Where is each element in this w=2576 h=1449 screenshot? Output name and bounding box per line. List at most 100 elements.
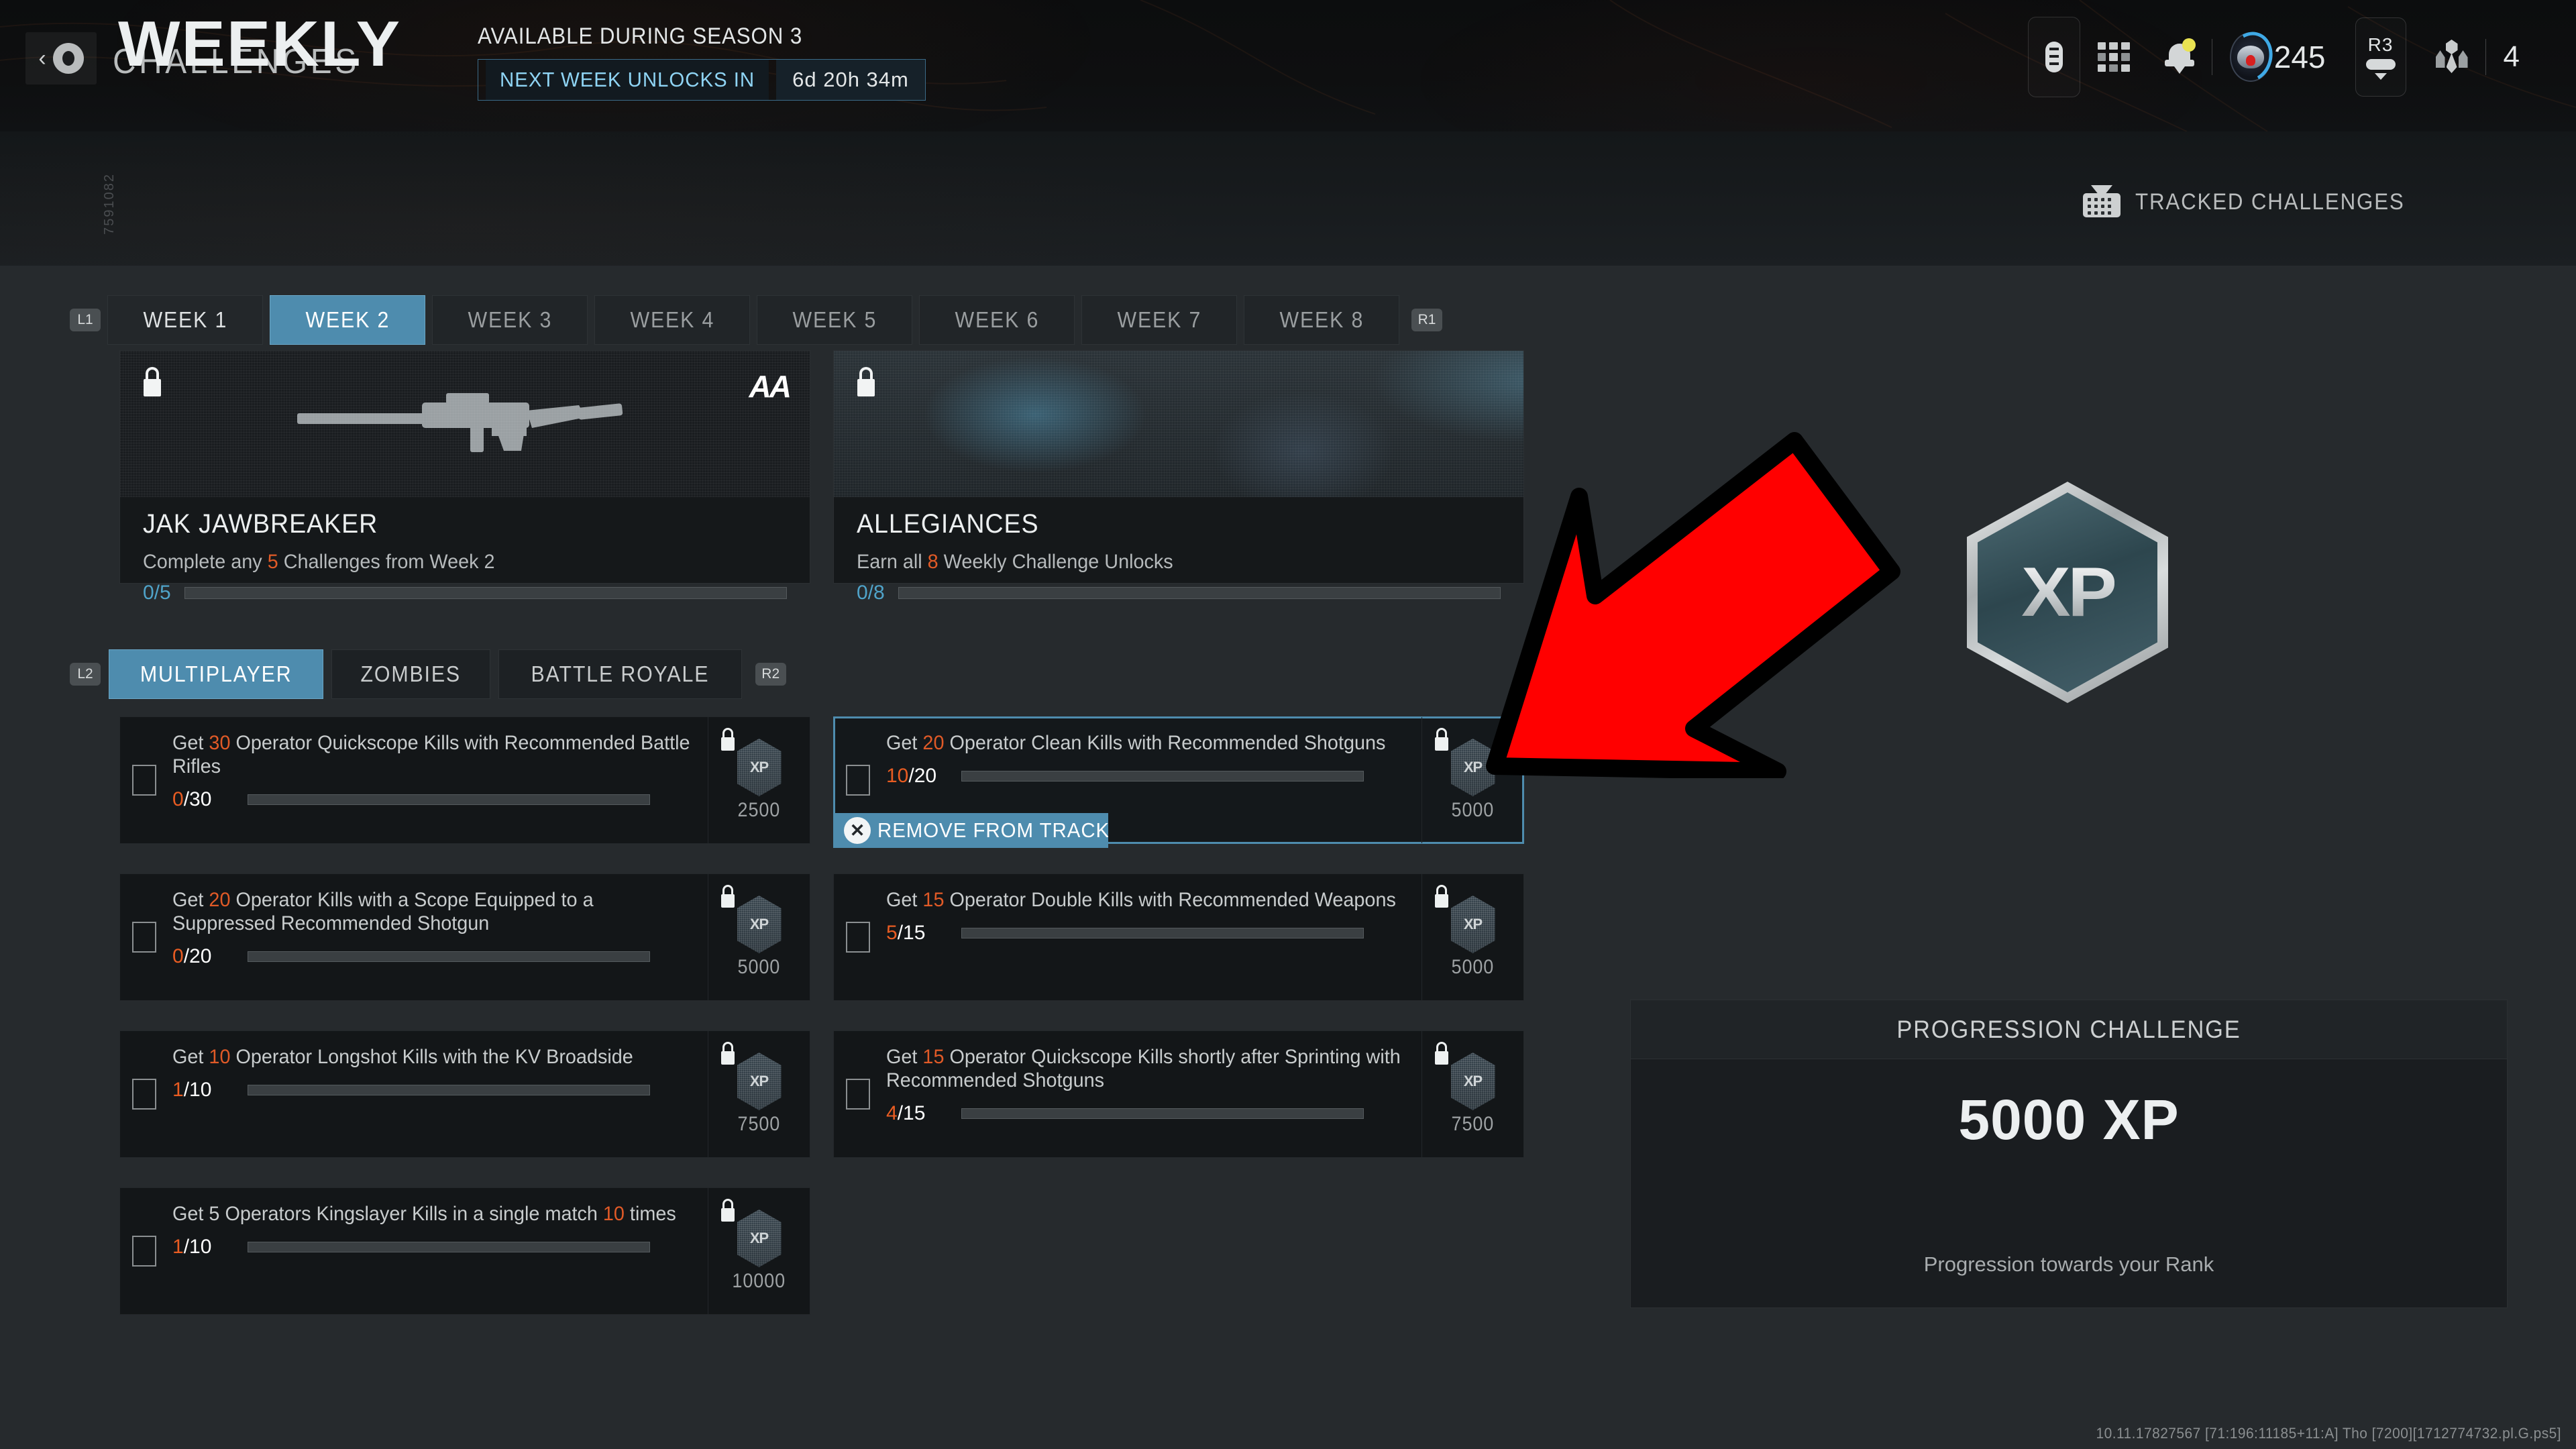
circle-target-icon bbox=[52, 43, 84, 74]
remove-from-tracked-label: REMOVE FROM TRACKED [3/ bbox=[877, 818, 1108, 842]
xp-gem-icon: XP bbox=[737, 1210, 782, 1267]
challenge-checkbox[interactable] bbox=[132, 1236, 156, 1267]
tab-week-2[interactable]: WEEK 2 bbox=[270, 295, 425, 345]
tab-week-6[interactable]: WEEK 6 bbox=[919, 295, 1075, 345]
progress-track bbox=[898, 587, 1501, 599]
challenge-progress-text: 0/30 bbox=[172, 788, 212, 810]
close-x-icon: ✕ bbox=[844, 817, 871, 844]
tab-week-4[interactable]: WEEK 4 bbox=[594, 295, 750, 345]
tab-week-8[interactable]: WEEK 8 bbox=[1244, 295, 1399, 345]
tab-week-6-label: WEEK 6 bbox=[955, 307, 1039, 332]
tab-week-7[interactable]: WEEK 7 bbox=[1081, 295, 1237, 345]
challenge-checkbox[interactable] bbox=[132, 922, 156, 953]
progress-track bbox=[184, 587, 787, 599]
reward-card-allegiances[interactable]: ALLEGIANCES Earn all 8 Weekly Challenge … bbox=[833, 350, 1524, 604]
challenge-reward-amount: 5000 bbox=[1451, 956, 1495, 978]
challenge-reward: XP 7500 bbox=[708, 1031, 810, 1157]
unlock-time: 6d 20h 34m bbox=[776, 60, 925, 100]
reward-card-progress-text: 0/5 bbox=[143, 582, 171, 604]
xp-gem-icon: XP bbox=[1450, 1053, 1495, 1110]
challenge-progress-text: 5/15 bbox=[886, 921, 926, 944]
apps-grid-icon bbox=[2097, 42, 2130, 72]
unlock-label: NEXT WEEK UNLOCKS IN bbox=[486, 60, 769, 100]
reward-card-desc: Earn all 8 Weekly Challenge Unlocks bbox=[857, 551, 1173, 573]
reward-card-progress: 0/8 bbox=[857, 582, 1501, 604]
challenge-row[interactable]: Get 15 Operator Quickscope Kills shortly… bbox=[833, 1030, 1524, 1158]
progress-track bbox=[248, 794, 650, 805]
l2-bumper-hint: L2 bbox=[70, 663, 101, 686]
tab-week-1[interactable]: WEEK 1 bbox=[107, 295, 263, 345]
lock-icon bbox=[720, 728, 735, 751]
challenge-reward: XP 5000 bbox=[1421, 874, 1523, 1000]
tracked-challenges-icon bbox=[2083, 185, 2121, 217]
challenge-row[interactable]: Get 10 Operator Longshot Kills with the … bbox=[119, 1030, 810, 1158]
battery-button[interactable] bbox=[2027, 17, 2080, 97]
tracked-challenges-label: TRACKED CHALLENGES bbox=[2135, 189, 2406, 215]
lock-icon bbox=[857, 367, 875, 396]
progression-challenge-panel: PROGRESSION CHALLENGE 5000 XP Progressio… bbox=[1630, 1000, 2508, 1308]
player-level-button[interactable]: 245 bbox=[2212, 20, 2343, 94]
tracked-challenges-button[interactable]: TRACKED CHALLENGES bbox=[2083, 185, 2428, 217]
challenge-row[interactable]: Get 5 Operators Kingslayer Kills in a si… bbox=[119, 1187, 810, 1315]
mode-tab-bar: L2 MULTIPLAYER ZOMBIES BATTLE ROYALE R2 bbox=[70, 649, 786, 699]
tab-week-3[interactable]: WEEK 3 bbox=[432, 295, 588, 345]
tab-week-4-label: WEEK 4 bbox=[630, 307, 714, 332]
tab-multiplayer-label: MULTIPLAYER bbox=[140, 661, 292, 686]
tab-week-5-label: WEEK 5 bbox=[792, 307, 877, 332]
r3-label: R3 bbox=[2367, 34, 2394, 55]
challenge-reward: XP 7500 bbox=[1421, 1031, 1523, 1157]
build-string: 10.11.17827567 [71:196:11185+11:A] Tho [… bbox=[2096, 1425, 2561, 1442]
squad-button[interactable] bbox=[2418, 20, 2485, 94]
reward-card-name: JAK JAWBREAKER bbox=[143, 509, 378, 539]
challenge-row[interactable]: Get 20 Operator Kills with a Scope Equip… bbox=[119, 873, 810, 1001]
apps-grid-button[interactable] bbox=[2080, 20, 2147, 94]
back-button[interactable]: ‹ bbox=[25, 32, 97, 85]
reward-card-name: ALLEGIANCES bbox=[857, 509, 1039, 539]
challenge-reward: XP 10000 bbox=[708, 1188, 810, 1314]
progress-track bbox=[961, 770, 1364, 782]
season-availability: AVAILABLE DURING SEASON 3 bbox=[478, 23, 803, 49]
challenge-progress-text: 0/20 bbox=[172, 945, 212, 967]
r3-button[interactable]: R3 bbox=[2343, 17, 2418, 97]
xp-gem-icon: XP bbox=[737, 1053, 782, 1110]
lock-icon bbox=[1434, 728, 1449, 751]
challenge-reward-amount: 5000 bbox=[1451, 799, 1495, 821]
tab-week-3-label: WEEK 3 bbox=[468, 307, 552, 332]
reward-card-jak-jawbreaker[interactable]: AA JAK JAWBREAKER Complete any 5 Challen… bbox=[119, 350, 810, 604]
challenge-checkbox[interactable] bbox=[846, 922, 870, 953]
week-tab-bar: L1 WEEK 1 WEEK 2 WEEK 3 WEEK 4 WEEK 5 WE… bbox=[70, 295, 1442, 345]
challenge-progress-text: 1/10 bbox=[172, 1078, 212, 1101]
tab-zombies[interactable]: ZOMBIES bbox=[331, 649, 490, 699]
challenge-checkbox[interactable] bbox=[846, 1079, 870, 1110]
challenge-text: Get 20 Operator Clean Kills with Recomme… bbox=[886, 732, 1386, 754]
tab-battle-royale[interactable]: BATTLE ROYALE bbox=[498, 649, 742, 699]
challenge-row[interactable]: Get 15 Operator Double Kills with Recomm… bbox=[833, 873, 1524, 1001]
side-code: 7591082 bbox=[102, 173, 117, 235]
challenge-text: Get 30 Operator Quickscope Kills with Re… bbox=[172, 732, 690, 777]
xp-badge: XP bbox=[1967, 482, 2168, 703]
tab-week-5[interactable]: WEEK 5 bbox=[757, 295, 912, 345]
challenge-reward-amount: 2500 bbox=[737, 799, 781, 821]
remove-from-tracked-button[interactable]: ✕ REMOVE FROM TRACKED [3/ bbox=[833, 813, 1108, 848]
lock-icon bbox=[143, 367, 162, 396]
brand-logo-icon: AA bbox=[749, 369, 792, 404]
tab-zombies-label: ZOMBIES bbox=[360, 661, 462, 686]
xp-gem-icon: XP bbox=[1450, 896, 1495, 953]
notifications-button[interactable] bbox=[2147, 20, 2212, 94]
challenge-checkbox[interactable] bbox=[132, 1079, 156, 1110]
chevron-left-icon: ‹ bbox=[38, 46, 46, 71]
challenge-text: Get 15 Operator Double Kills with Recomm… bbox=[886, 889, 1396, 911]
challenge-checkbox[interactable] bbox=[132, 765, 156, 796]
challenge-reward-amount: 5000 bbox=[737, 956, 781, 978]
xp-gem-icon: XP bbox=[737, 896, 782, 953]
challenge-row[interactable]: Get 30 Operator Quickscope Kills with Re… bbox=[119, 716, 810, 844]
challenge-checkbox[interactable] bbox=[846, 765, 870, 796]
progress-track bbox=[248, 951, 650, 962]
page-heading: WEEKLY bbox=[118, 8, 402, 80]
progress-track bbox=[961, 1108, 1364, 1119]
challenge-reward-amount: 7500 bbox=[1451, 1113, 1495, 1135]
progress-track bbox=[248, 1084, 650, 1095]
squad-count: 4 bbox=[2486, 20, 2537, 94]
tab-multiplayer[interactable]: MULTIPLAYER bbox=[109, 649, 324, 699]
challenge-text: Get 20 Operator Kills with a Scope Equip… bbox=[172, 889, 594, 934]
